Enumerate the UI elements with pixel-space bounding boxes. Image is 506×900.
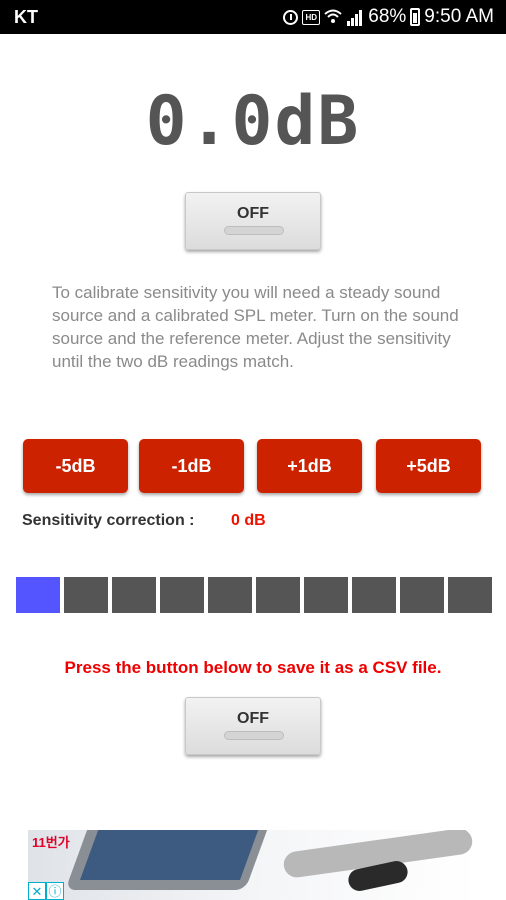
minus-1db-button[interactable]: -1dB: [139, 439, 244, 493]
sensitivity-value: 0 dB: [231, 512, 266, 529]
ad-banner[interactable]: 11번가 ✕ ⓘ: [28, 830, 478, 900]
meter-segment: [160, 577, 204, 613]
csv-toggle-label: OFF: [237, 710, 269, 727]
minus-5db-button[interactable]: -5dB: [23, 439, 128, 493]
toggle-indicator-bar: [224, 731, 284, 740]
alarm-icon: [283, 9, 299, 25]
signal-icon: [347, 10, 363, 26]
status-icons: HD 68% 9:50 AM: [283, 6, 494, 28]
battery-icon: [410, 8, 421, 26]
ad-brand-logo: 11번가: [32, 835, 70, 850]
info-icon[interactable]: ⓘ: [46, 882, 64, 900]
ad-phone-screen: [79, 830, 261, 880]
plus-1db-button[interactable]: +1dB: [257, 439, 362, 493]
meter-segment: [304, 577, 348, 613]
meter-segment: [112, 577, 156, 613]
meter-segment: [448, 577, 492, 613]
db-readout: 0.0dB: [145, 82, 361, 161]
meter-segment: [400, 577, 444, 613]
status-bar: KT HD 68% 9:50 AM: [0, 0, 506, 34]
csv-save-note: Press the button below to save it as a C…: [64, 658, 442, 677]
hd-icon: HD: [302, 9, 321, 25]
meter-segment: [256, 577, 300, 613]
wifi-icon: [324, 9, 342, 23]
csv-save-toggle-button[interactable]: OFF: [185, 697, 321, 755]
carrier-label: KT: [14, 7, 38, 27]
measure-toggle-button[interactable]: OFF: [185, 192, 321, 250]
clock: 9:50 AM: [424, 6, 494, 27]
meter-segment: [16, 577, 60, 613]
level-meter: [16, 577, 492, 613]
meter-segment: [352, 577, 396, 613]
battery-percent: 68%: [368, 6, 407, 27]
calibration-instructions: To calibrate sensitivity you will need a…: [52, 283, 459, 371]
plus-5db-button[interactable]: +5dB: [376, 439, 481, 493]
meter-segment: [208, 577, 252, 613]
meter-segment: [64, 577, 108, 613]
close-icon[interactable]: ✕: [28, 882, 46, 900]
sensitivity-label: Sensitivity correction :: [22, 512, 195, 529]
ad-controls: ✕ ⓘ: [28, 882, 64, 900]
measure-toggle-label: OFF: [237, 205, 269, 222]
toggle-indicator-bar: [224, 226, 284, 235]
